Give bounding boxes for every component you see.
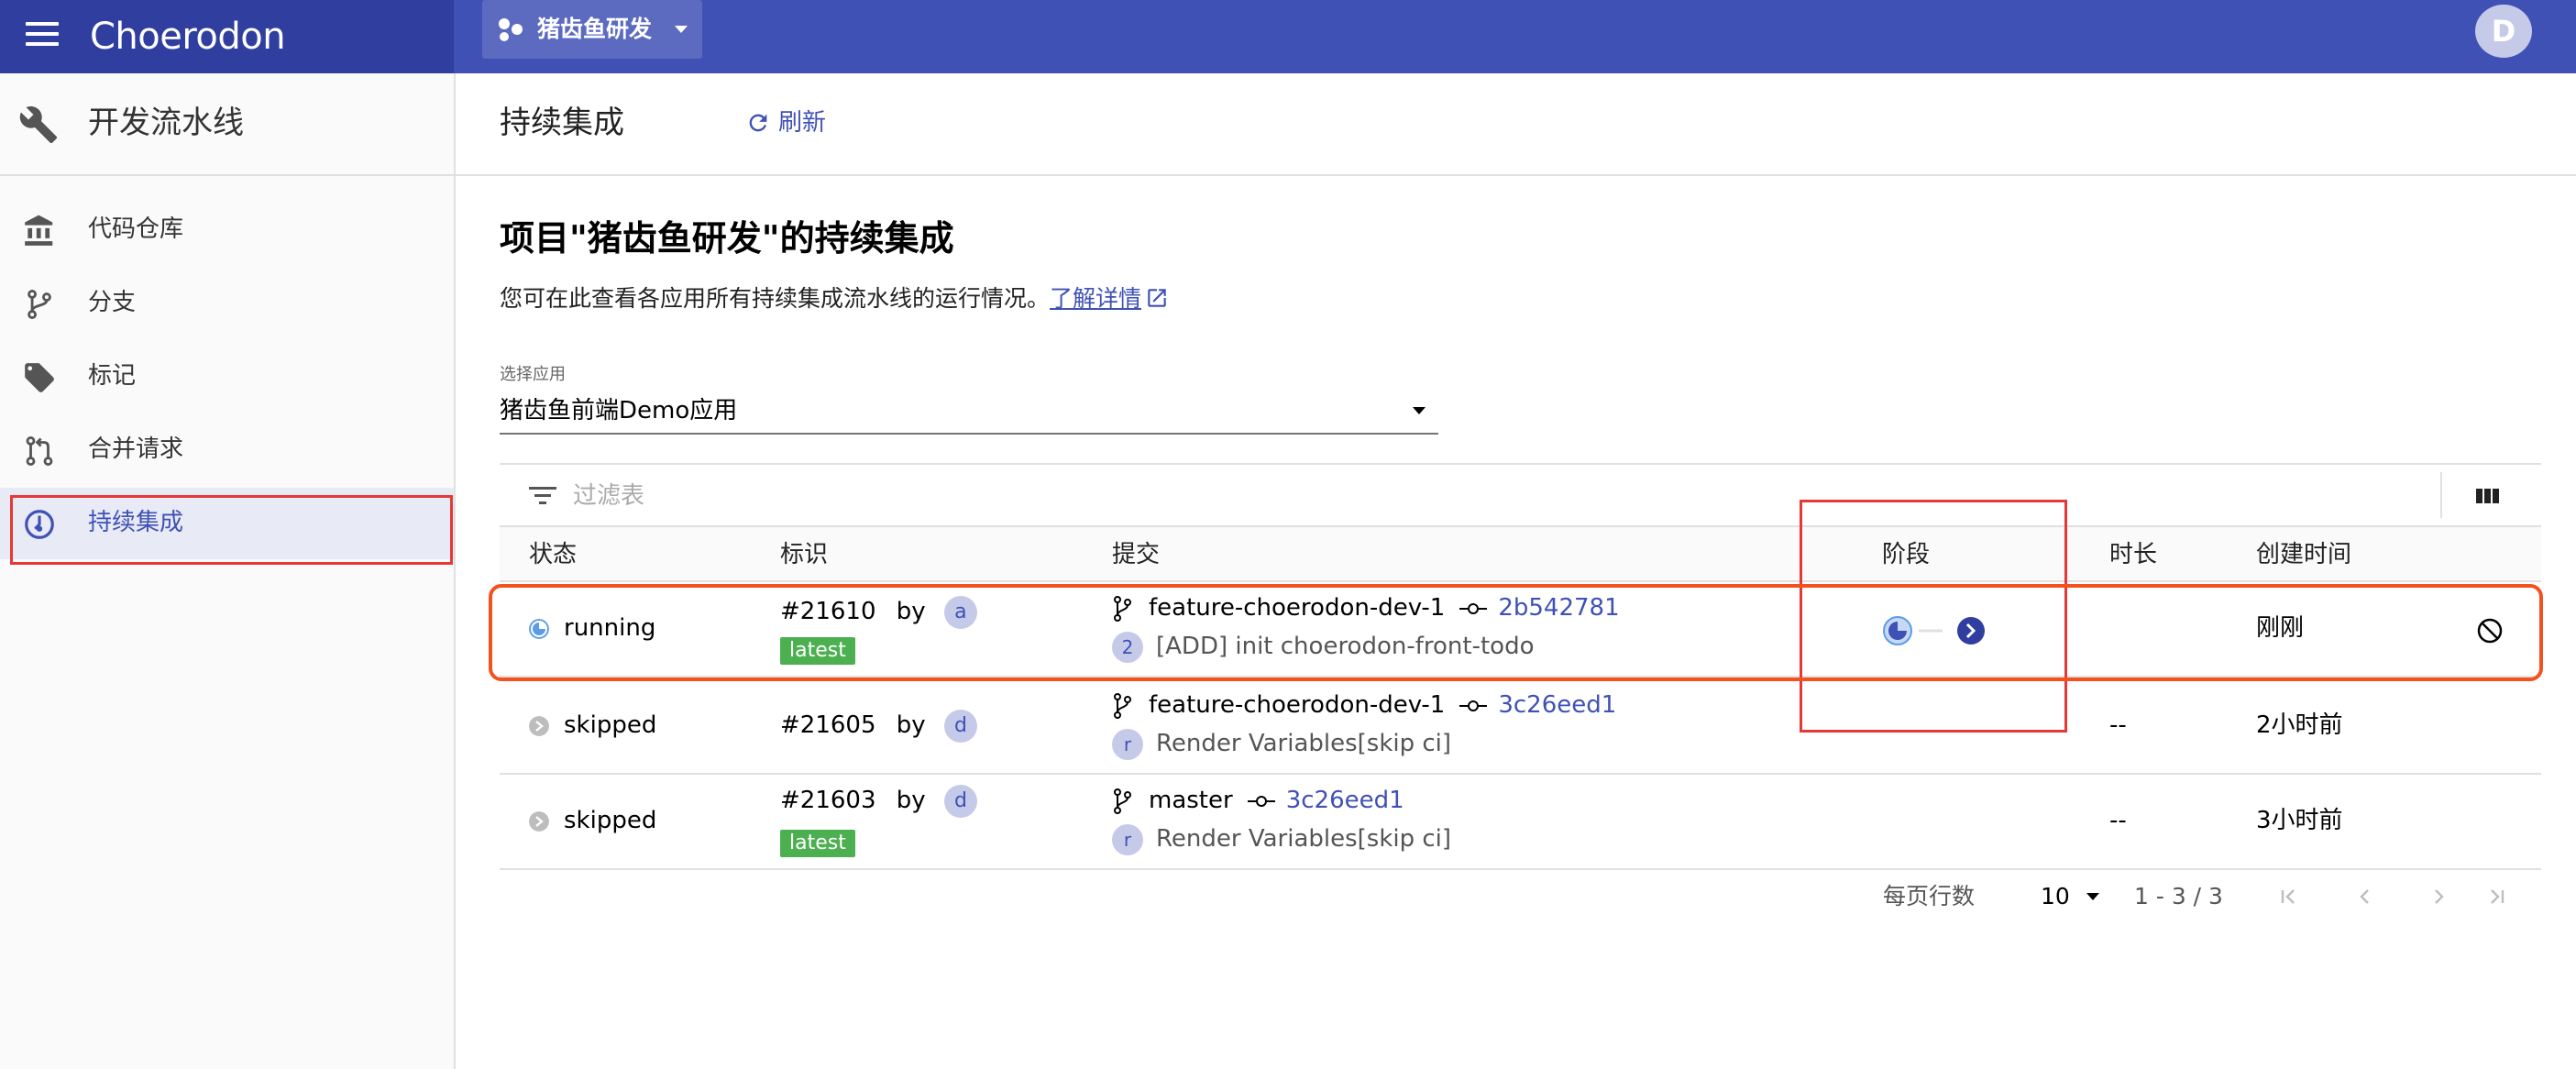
app-select[interactable]: 猪齿鱼前端Demo应用 [500,392,737,429]
app-title[interactable]: Choerodon [90,11,286,62]
created-time: 3小时前 [2256,807,2343,834]
page-header: 持续集成 刷新 [456,73,2576,176]
columns-icon[interactable] [2473,483,2501,509]
previous-page-icon[interactable] [2354,886,2376,908]
bank-icon [25,215,53,246]
last-page-icon[interactable] [2486,886,2508,908]
pipeline-id: #21605 by d [780,707,977,744]
table-filter-bar: 过滤表 [500,463,2541,527]
user-avatar: d [943,709,977,743]
commit-ref: feature-choerodon-dev-1 3c26eed1 [1112,687,1616,723]
external-link-icon[interactable] [1145,286,1169,310]
top-bar: Choerodon 猪齿鱼研发 D [0,0,2576,73]
by-label: by [896,711,926,739]
refresh-icon [749,114,767,132]
project-selector[interactable]: 猪齿鱼研发 [482,0,702,59]
filter-icon [529,487,556,504]
learn-more-link[interactable]: 了解详情 [1050,285,1141,312]
sidebar: 开发流水线 代码仓库 分支 标记 合并请求 持续集成 [0,73,456,1069]
content-heading: 项目"猪齿鱼研发"的持续集成 [500,218,954,259]
rows-per-page-label: 每页行数 [1883,883,1976,909]
brand-area: Choerodon [0,0,454,73]
app-select-label: 选择应用 [500,365,566,384]
project-name: 猪齿鱼研发 [537,16,653,42]
branch-icon [1114,788,1131,814]
status-text: skipped [564,711,657,739]
first-page-icon[interactable] [2277,886,2299,908]
sidebar-header: 开发流水线 [0,73,454,176]
sidebar-item-label: 合并请求 [88,435,184,463]
commit-icon [1247,795,1275,807]
commit-message: Render Variables[skip ci] [1156,730,1452,757]
branch-icon [1114,692,1131,719]
sidebar-item-tag[interactable]: 标记 [0,341,454,413]
project-icon [499,18,523,41]
latest-badge: latest [780,830,855,857]
commit-sha-link[interactable]: 3c26eed1 [1498,691,1616,719]
commit-message-row: r Render Variables[skip ci] [1112,821,1451,857]
refresh-label: 刷新 [778,109,827,137]
commit-message: Render Variables[skip ci] [1156,825,1452,853]
table-header: 状态 标识 提交 阶段 时长 创建时间 [500,525,2541,582]
chevron-down-icon[interactable] [1413,407,1426,414]
user-avatar: d [943,784,977,818]
wrench-icon [19,106,58,144]
commit-ref: master 3c26eed1 [1112,782,1404,819]
table-row[interactable]: skipped #21603 by d latest master 3c26ee… [500,773,2541,870]
page-range: 1 - 3 / 3 [2134,883,2223,909]
sidebar-item-label: 标记 [88,362,137,390]
sidebar-item-label: 分支 [88,289,137,316]
highlight-box-sidebar [10,495,453,565]
user-avatar[interactable]: D [2475,5,2532,58]
pipeline-id-link[interactable]: #21605 [780,711,876,739]
skipped-status-icon [529,811,549,832]
branch-name[interactable]: feature-choerodon-dev-1 [1149,691,1445,719]
commit-author-avatar: r [1112,823,1143,855]
sidebar-item-label: 代码仓库 [88,215,184,243]
commit-author-avatar: r [1112,728,1143,760]
sidebar-title: 开发流水线 [88,105,244,141]
duration: -- [2109,711,2127,739]
by-label: by [896,787,926,814]
column-header-duration[interactable]: 时长 [2109,536,2157,573]
column-header-status[interactable]: 状态 [529,536,577,573]
skipped-status-icon [529,716,549,736]
sidebar-item-merge-request[interactable]: 合并请求 [0,414,454,486]
status-text: skipped [564,807,657,834]
pipeline-id: #21603 by d [780,782,977,819]
commit-sha-link[interactable]: 3c26eed1 [1286,787,1404,814]
tag-icon [25,363,54,392]
rows-per-page-value: 10 [2041,883,2070,909]
duration: -- [2109,807,2127,834]
column-header-commit[interactable]: 提交 [1112,536,1160,573]
chevron-down-icon [675,26,688,33]
column-header-id[interactable]: 标识 [780,536,828,573]
column-header-created[interactable]: 创建时间 [2256,536,2351,573]
sidebar-item-branch[interactable]: 分支 [0,268,454,339]
highlight-box-running-row [489,584,2543,681]
page-title: 持续集成 [500,105,624,141]
app-select-underline [500,433,1438,435]
table-row[interactable]: skipped #21605 by d feature-choerodon-de… [500,678,2541,775]
description-text: 您可在此查看各应用所有持续集成流水线的运行情况。 [500,285,1051,312]
next-page-icon[interactable] [2427,886,2449,908]
branch-name[interactable]: master [1149,787,1233,814]
created-time: 2小时前 [2256,711,2343,739]
pipeline-id-link[interactable]: #21603 [780,787,876,814]
commit-message-row: r Render Variables[skip ci] [1112,725,1451,762]
commit-icon [1459,700,1488,711]
chevron-down-icon [2086,893,2099,900]
branch-icon [28,290,51,319]
sidebar-item-code-repo[interactable]: 代码仓库 [0,194,454,266]
content-description: 您可在此查看各应用所有持续集成流水线的运行情况。了解详情 [500,281,1169,317]
divider [2440,472,2442,518]
hamburger-menu-icon[interactable] [24,17,61,53]
rows-per-page-select[interactable]: 10 [2041,878,2099,915]
merge-request-icon [26,436,53,466]
filter-input[interactable]: 过滤表 [573,478,644,514]
